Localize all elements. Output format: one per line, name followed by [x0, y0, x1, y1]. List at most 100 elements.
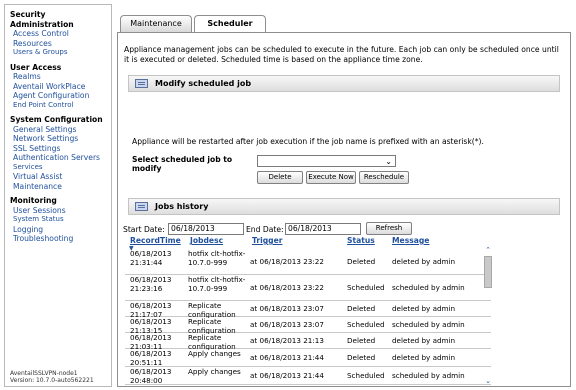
table-row[interactable]: 06/18/2013 20:48:00 Apply changes at 06/18…	[125, 367, 491, 385]
section-title-user-access: User Access	[10, 62, 62, 72]
nav-ssl-settings[interactable]: SSL Settings	[5, 144, 111, 154]
column-header-message[interactable]: Message	[392, 236, 429, 245]
jobs-history-table: RecordTime ▼ Jobdesc Trigger Status Mess…	[125, 236, 491, 390]
cell-record-time: 06/18/2013 21:31:44	[130, 250, 172, 267]
cell-trigger: at 06/18/2013 21:13	[250, 336, 324, 345]
cell-jobdesc: Replicate configuration	[188, 318, 236, 334]
nav-end-point-control[interactable]: End Point Control	[5, 101, 111, 111]
column-header-recordtime[interactable]: RecordTime	[130, 236, 181, 245]
cell-status: Deleted	[347, 353, 376, 362]
cell-status: Deleted	[347, 304, 376, 313]
cell-record-time: 06/18/2013 21:03:11	[130, 334, 172, 350]
cell-message: deleted by admin	[392, 353, 456, 362]
select-job-label: Select scheduled job to modify	[132, 155, 233, 173]
modify-job-section-title: Modify scheduled job	[155, 79, 252, 88]
device-version: Version: 10.7.0-auto562221	[10, 377, 94, 384]
scroll-up-icon[interactable]: ⌃	[483, 246, 493, 255]
cell-status: Scheduled	[347, 320, 385, 329]
device-info: AventailSSLVPN-node1 Version: 10.7.0-aut…	[10, 370, 94, 384]
sidebar-nav: Security Administration Access Control R…	[4, 4, 112, 387]
cell-jobdesc: Apply changes	[188, 368, 241, 376]
nav-general-settings[interactable]: General Settings	[5, 125, 111, 135]
cell-record-time: 06/18/2013 21:23:16	[130, 276, 172, 293]
cell-jobdesc: hotfix clt-hotfix-10.7.0-999	[188, 276, 246, 293]
intro-text: Appliance management jobs can be schedul…	[124, 45, 559, 64]
nav-resources[interactable]: Resources	[5, 39, 111, 49]
section-title-security-administration: Security Administration	[10, 10, 74, 29]
table-row[interactable]: 06/18/2013 21:13:15 Replicate configurati…	[125, 317, 491, 334]
scroll-down-icon[interactable]: ⌄	[483, 377, 493, 386]
section-title-monitoring: Monitoring	[10, 196, 57, 205]
nav-realms[interactable]: Realms	[5, 72, 111, 82]
tab-scheduler[interactable]: Scheduler	[194, 15, 266, 33]
cell-status: Deleted	[347, 257, 376, 266]
cell-status: Deleted	[347, 336, 376, 345]
cell-status: Scheduled	[347, 371, 385, 380]
cell-trigger: at 06/18/2013 23:22	[250, 257, 324, 266]
table-row[interactable]: 06/18/2013 21:23:16 hotfix clt-hotfix-10.…	[125, 275, 491, 301]
table-row[interactable]: 06/18/2013 21:31:44 hotfix clt-hotfix-10.…	[125, 249, 491, 275]
chevron-down-icon: ⌄	[385, 157, 392, 166]
cell-status: Scheduled	[347, 283, 385, 292]
scheduled-job-select[interactable]: ⌄	[257, 155, 396, 167]
jobs-history-section-header: Jobs history	[128, 198, 560, 215]
cell-jobdesc: hotfix clt-hotfix-10.7.0-999	[188, 250, 246, 267]
column-header-jobdesc[interactable]: Jobdesc	[190, 236, 223, 245]
nav-user-sessions[interactable]: User Sessions	[5, 206, 111, 216]
nav-troubleshooting[interactable]: Troubleshooting	[5, 234, 111, 244]
cell-record-time: 06/18/2013 21:17:07	[130, 302, 172, 318]
column-header-trigger[interactable]: Trigger	[252, 236, 282, 245]
device-name: AventailSSLVPN-node1	[10, 370, 78, 377]
table-header: RecordTime ▼ Jobdesc Trigger Status Mess…	[125, 236, 491, 252]
table-row[interactable]: 06/18/2013 21:17:07 Replicate configurati…	[125, 301, 491, 318]
tab-maintenance[interactable]: Maintenance	[120, 15, 192, 32]
cell-message: scheduled by admin	[392, 283, 465, 292]
table-scrollbar[interactable]: ⌃ ⌄	[483, 246, 493, 386]
nav-logging[interactable]: Logging	[5, 225, 111, 235]
end-date-input[interactable]: 06/18/2013	[285, 223, 361, 235]
nav-access-control[interactable]: Access Control	[5, 29, 111, 39]
cell-message: deleted by admin	[392, 257, 456, 266]
cell-jobdesc: Replicate configuration	[188, 334, 236, 350]
scheduler-panel: Appliance management jobs can be schedul…	[117, 32, 571, 387]
nav-users-groups[interactable]: Users & Groups	[5, 48, 111, 58]
cell-message: scheduled by admin	[392, 371, 465, 380]
execute-now-button[interactable]: Execute Now	[306, 171, 356, 184]
nav-network-settings[interactable]: Network Settings	[5, 134, 111, 144]
modify-job-section-header: Modify scheduled job	[128, 75, 560, 92]
cell-message: deleted by admin	[392, 336, 456, 345]
scheduler-section-icon	[135, 79, 148, 88]
scrollbar-thumb[interactable]	[484, 256, 492, 288]
reschedule-button[interactable]: Reschedule	[359, 171, 409, 184]
cell-trigger: at 06/18/2013 21:44	[250, 371, 324, 380]
cell-trigger: at 06/18/2013 23:22	[250, 283, 324, 292]
refresh-button[interactable]: Refresh	[366, 222, 412, 235]
cell-jobdesc: Replicate configuration	[188, 302, 236, 318]
nav-agent-configuration[interactable]: Agent Configuration	[5, 91, 111, 101]
jobs-history-section-title: Jobs history	[155, 202, 209, 211]
delete-button[interactable]: Delete	[257, 171, 303, 184]
nav-services[interactable]: Services	[5, 163, 111, 173]
nav-aventail-workplace[interactable]: Aventail WorkPlace	[5, 82, 111, 92]
cell-record-time: 06/18/2013 20:51:11	[130, 350, 172, 367]
nav-virtual-assist[interactable]: Virtual Assist	[5, 172, 111, 182]
nav-authentication-servers[interactable]: Authentication Servers	[5, 153, 111, 163]
cell-message: deleted by admin	[392, 304, 456, 313]
nav-system-status[interactable]: System Status	[5, 215, 111, 225]
table-row[interactable]: 06/18/2013 21:03:11 Replicate configurati…	[125, 333, 491, 350]
start-date-input[interactable]: 06/18/2013	[168, 223, 244, 235]
cell-trigger: at 06/18/2013 23:07	[250, 304, 324, 313]
section-title-system-configuration: System Configuration	[10, 115, 103, 124]
nav-maintenance[interactable]: Maintenance	[5, 182, 111, 192]
cell-record-time: 06/18/2013 20:48:00	[130, 368, 172, 385]
table-row[interactable]: 06/18/2013 20:51:11 Apply changes at 06/18…	[125, 349, 491, 367]
cell-trigger: at 06/18/2013 23:07	[250, 320, 324, 329]
main-content: Maintenance Scheduler Appliance manageme…	[117, 4, 571, 387]
cell-record-time: 06/18/2013 21:13:15	[130, 318, 172, 334]
cell-message: scheduled by admin	[392, 320, 465, 329]
cell-trigger: at 06/18/2013 21:44	[250, 353, 324, 362]
start-date-label: Start Date:	[123, 225, 165, 234]
column-header-status[interactable]: Status	[347, 236, 375, 245]
cell-jobdesc: Apply changes	[188, 350, 241, 358]
scheduler-section-icon	[135, 202, 148, 211]
